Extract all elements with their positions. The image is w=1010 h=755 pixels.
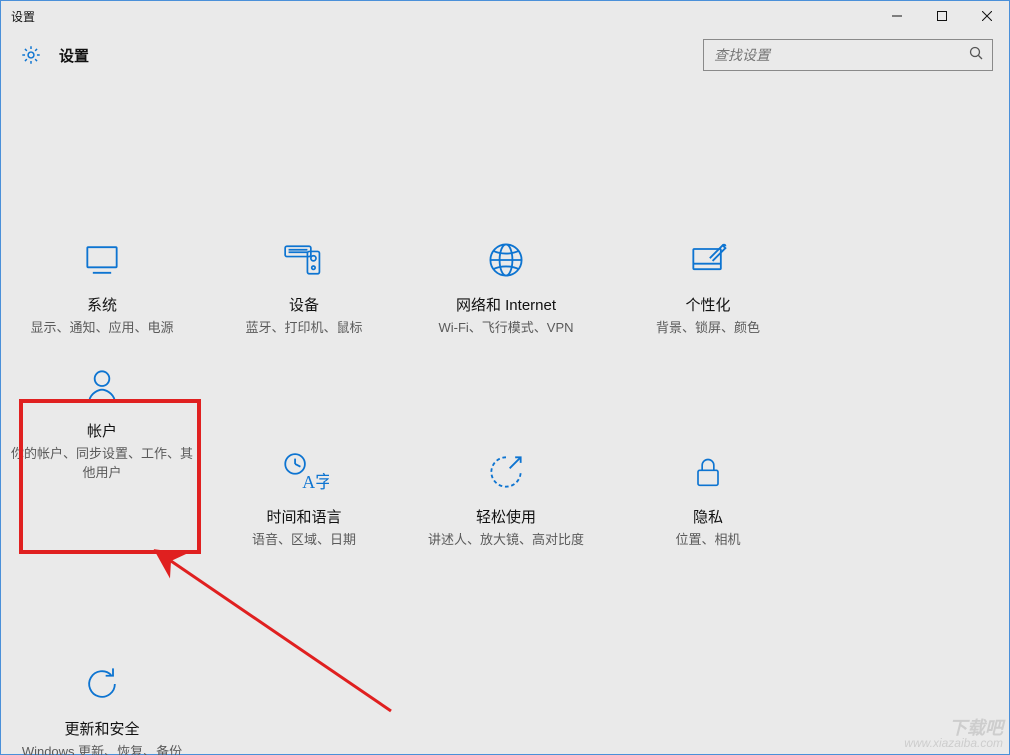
tile-desc: 你的帐户、同步设置、工作、其他用户	[11, 445, 193, 483]
tile-title: 帐户	[11, 420, 193, 441]
tile-title: 更新和安全	[11, 718, 193, 739]
tile-title: 系统	[11, 294, 193, 315]
tile-privacy[interactable]: 隐私 位置、相机	[607, 438, 809, 564]
tile-network[interactable]: 网络和 Internet Wi-Fi、飞行模式、VPN	[405, 226, 607, 352]
tile-title: 设备	[213, 294, 395, 315]
tile-personalization[interactable]: 个性化 背景、锁屏、颜色	[607, 226, 809, 352]
tile-desc: 蓝牙、打印机、鼠标	[213, 319, 395, 338]
display-icon	[11, 232, 193, 288]
lock-icon	[617, 444, 799, 500]
search-icon	[968, 45, 984, 66]
tile-desc: 语音、区域、日期	[213, 531, 395, 550]
gear-icon	[17, 41, 45, 69]
tile-accounts[interactable]: 帐户 你的帐户、同步设置、工作、其他用户	[1, 352, 203, 564]
maximize-button[interactable]	[919, 1, 964, 31]
tile-desc: 位置、相机	[617, 531, 799, 550]
tile-ease-of-access[interactable]: 轻松使用 讲述人、放大镜、高对比度	[405, 438, 607, 564]
tile-system[interactable]: 系统 显示、通知、应用、电源	[1, 226, 203, 352]
search-box[interactable]	[703, 39, 993, 71]
globe-icon	[415, 232, 597, 288]
tile-title: 网络和 Internet	[415, 294, 597, 315]
tile-devices[interactable]: 设备 蓝牙、打印机、鼠标	[203, 226, 405, 352]
time-language-icon: A字	[213, 444, 395, 500]
paint-icon	[617, 232, 799, 288]
devices-icon	[213, 232, 395, 288]
page-title: 设置	[59, 45, 89, 66]
tile-update-security[interactable]: 更新和安全 Windows 更新、恢复、备份	[1, 650, 203, 755]
close-button[interactable]	[964, 1, 1009, 31]
search-input[interactable]	[712, 46, 968, 64]
ease-of-access-icon	[415, 444, 597, 500]
tile-title: 轻松使用	[415, 506, 597, 527]
svg-text:A字: A字	[302, 472, 329, 492]
tile-desc: Windows 更新、恢复、备份	[11, 743, 193, 755]
tile-time-language[interactable]: A字 时间和语言 语音、区域、日期	[203, 438, 405, 564]
tile-title: 时间和语言	[213, 506, 395, 527]
tile-desc: 背景、锁屏、颜色	[617, 319, 799, 338]
tile-title: 个性化	[617, 294, 799, 315]
tile-desc: 显示、通知、应用、电源	[11, 319, 193, 338]
user-icon	[11, 358, 193, 414]
tile-desc: 讲述人、放大镜、高对比度	[415, 531, 597, 550]
tile-title: 隐私	[617, 506, 799, 527]
window-title: 设置	[11, 8, 35, 25]
tile-desc: Wi-Fi、飞行模式、VPN	[415, 319, 597, 338]
refresh-icon	[11, 656, 193, 712]
minimize-button[interactable]	[874, 1, 919, 31]
